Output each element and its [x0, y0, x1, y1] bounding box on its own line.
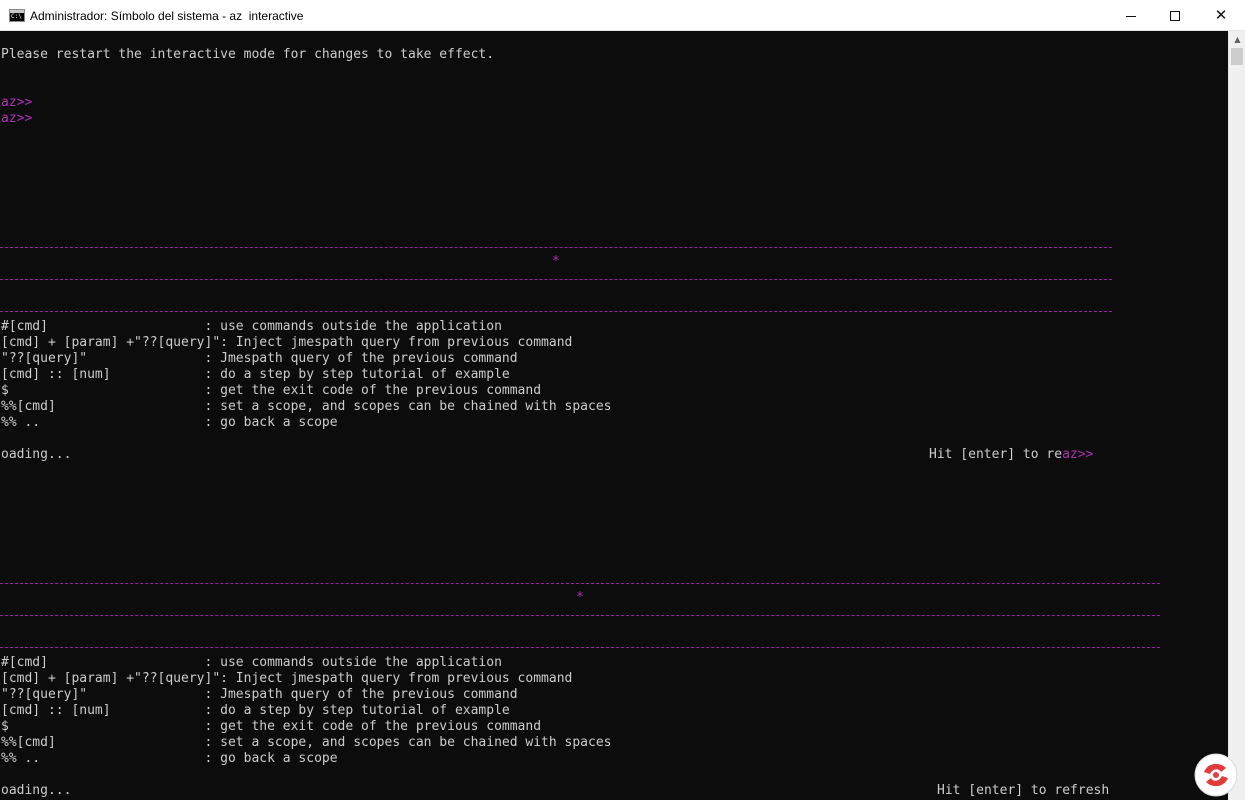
help-line: %% .. : go back a scope [1, 415, 338, 430]
loading-text: oading... [1, 783, 72, 798]
separator-line [0, 583, 1160, 584]
help-line: [cmd] + [param] +"??[query]": Inject jme… [1, 335, 573, 350]
refresh-hint-text: Hit [enter] to re [929, 447, 1063, 462]
help-line: #[cmd] : use commands outside the applic… [1, 655, 502, 670]
prompt-inline: az>> [1062, 447, 1094, 462]
separator-star: * [576, 590, 584, 605]
help-line: "??[query]" : Jmespath query of the prev… [1, 687, 518, 702]
separator-line [0, 279, 1112, 280]
help-line: $ : get the exit code of the previous co… [1, 719, 542, 734]
close-button[interactable]: ✕ [1198, 0, 1244, 31]
refresh-hint: Hit [enter] to refresh [937, 783, 1110, 798]
separator-line [0, 247, 1112, 248]
help-line: #[cmd] : use commands outside the applic… [1, 319, 502, 334]
prompt-line: az>> [1, 95, 33, 110]
refresh-hint: Hit [enter] to reaz>> [929, 447, 1093, 463]
help-line: [cmd] :: [num] : do a step by step tutor… [1, 703, 510, 718]
help-line: %%[cmd] : set a scope, and scopes can be… [1, 735, 612, 750]
help-line: "??[query]" : Jmespath query of the prev… [1, 351, 518, 366]
command-prompt-window: Administrador: Símbolo del sistema - az … [0, 0, 1245, 800]
separator-line [0, 615, 1160, 616]
help-line: [cmd] + [param] +"??[query]": Inject jme… [1, 671, 573, 686]
maximize-button[interactable] [1152, 0, 1198, 31]
restart-message: Please restart the interactive mode for … [1, 47, 495, 62]
close-icon: ✕ [1214, 6, 1228, 24]
minimize-button[interactable] [1108, 0, 1154, 31]
console-output[interactable]: Please restart the interactive mode for … [0, 31, 1228, 800]
separator-line [0, 311, 1112, 312]
help-line: %% .. : go back a scope [1, 751, 338, 766]
scroll-thumb[interactable] [1231, 48, 1243, 65]
loading-text: oading... [1, 447, 72, 462]
separator-line [0, 647, 1160, 648]
title-bar[interactable]: Administrador: Símbolo del sistema - az … [0, 0, 1245, 31]
cmd-icon[interactable] [9, 9, 25, 22]
minimize-icon [1126, 15, 1136, 17]
help-line: %%[cmd] : set a scope, and scopes can be… [1, 399, 612, 414]
watermark-logo-icon [1194, 753, 1238, 797]
window-title: Administrador: Símbolo del sistema - az … [30, 9, 304, 23]
scroll-up-arrow-icon[interactable]: ▲ [1229, 31, 1245, 48]
help-line: $ : get the exit code of the previous co… [1, 383, 542, 398]
prompt-line: az>> [1, 111, 33, 126]
separator-star: * [552, 254, 560, 269]
help-line: [cmd] :: [num] : do a step by step tutor… [1, 367, 510, 382]
vertical-scrollbar[interactable]: ▲ [1228, 31, 1245, 800]
maximize-icon [1170, 10, 1180, 21]
